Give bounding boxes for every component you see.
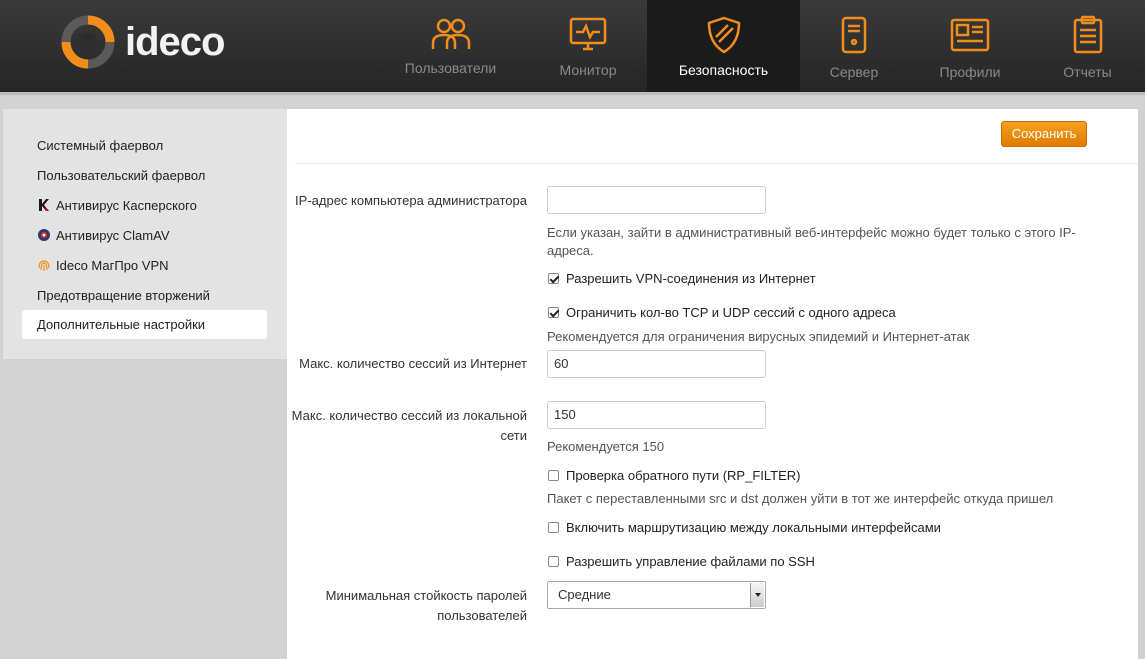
limit-sessions-checkbox[interactable] [548, 307, 559, 319]
sidebar-item-kaspersky[interactable]: Антивирус Касперского [22, 191, 267, 220]
sidebar-item-user-firewall[interactable]: Пользовательский фаервол [22, 161, 267, 190]
monitor-icon [569, 17, 607, 51]
sidebar: Системный фаервол Пользовательский фаерв… [3, 109, 287, 359]
nav-tab-users[interactable]: Пользователи [388, 0, 513, 92]
limit-sessions-label: Ограничить кол-во TCP и UDP сессий с одн… [566, 305, 896, 320]
sidebar-item-label: Ideco МагПро VPN [56, 258, 169, 273]
shield-icon [707, 16, 740, 54]
fingerprint-icon [38, 260, 50, 272]
allow-vpn-row[interactable]: Разрешить VPN-соединения из Интернет [548, 270, 816, 288]
nav-tab-monitor[interactable]: Монитор [528, 0, 648, 92]
ideco-logo[interactable]: ideco [60, 14, 240, 70]
nav-tab-label: Сервер [829, 64, 879, 80]
chevron-down-icon[interactable] [750, 583, 764, 607]
nav-tab-label: Монитор [559, 62, 617, 78]
sidebar-item-label: Системный фаервол [37, 138, 164, 153]
top-navigation-bar: ideco Пользователи Монитор Безопасность … [0, 0, 1145, 92]
rp-filter-help: Пакет с переставленными src и dst должен… [547, 491, 1054, 506]
password-strength-select[interactable]: Средние [547, 581, 766, 609]
sidebar-item-label: Дополнительные настройки [37, 317, 206, 332]
sidebar-item-system-firewall[interactable]: Системный фаервол [22, 131, 267, 160]
local-routing-checkbox[interactable] [548, 522, 559, 534]
local-routing-label: Включить маршрутизацию между локальными … [566, 520, 941, 535]
ssh-files-label: Разрешить управление файлами по SSH [566, 554, 815, 569]
save-button[interactable]: Сохранить [1001, 121, 1087, 147]
sidebar-item-advanced-settings[interactable]: Дополнительные настройки [22, 310, 267, 339]
allow-vpn-label: Разрешить VPN-соединения из Интернет [566, 271, 816, 286]
clamav-icon [38, 229, 50, 242]
sidebar-item-intrusion-prevention[interactable]: Предотвращение вторжений [22, 281, 267, 310]
sidebar-item-magpro-vpn[interactable]: Ideco МагПро VPN [22, 251, 267, 280]
rp-filter-checkbox[interactable] [548, 470, 559, 482]
nav-tab-security[interactable]: Безопасность [647, 0, 800, 92]
rp-filter-label: Проверка обратного пути (RP_FILTER) [566, 468, 801, 483]
clipboard-icon [1073, 15, 1102, 54]
profile-card-icon [950, 18, 990, 52]
settings-panel: Сохранить IP-адрес компьютера администра… [287, 109, 1138, 659]
nav-tab-label: Профили [939, 64, 1001, 80]
limit-sessions-row[interactable]: Ограничить кол-во TCP и UDP сессий с одн… [548, 304, 896, 322]
sidebar-item-clamav[interactable]: Антивирус ClamAV [22, 221, 267, 250]
rp-filter-row[interactable]: Проверка обратного пути (RP_FILTER) [548, 467, 800, 485]
nav-tab-label: Пользователи [404, 60, 497, 76]
ideco-logo-text: ideco [125, 20, 225, 64]
nav-tab-profiles[interactable]: Профили [916, 0, 1024, 92]
ssh-files-row[interactable]: Разрешить управление файлами по SSH [548, 553, 815, 571]
header-divider [0, 92, 1145, 95]
nav-tab-reports[interactable]: Отчеты [1035, 0, 1140, 92]
password-strength-value: Средние [558, 587, 611, 602]
sidebar-item-label: Пользовательский фаервол [37, 168, 206, 183]
ssh-files-checkbox[interactable] [548, 556, 559, 568]
max-local-sessions-help: Рекомендуется 150 [547, 439, 665, 454]
nav-tab-server[interactable]: Сервер [800, 0, 908, 92]
local-routing-row[interactable]: Включить маршрутизацию между локальными … [548, 519, 941, 537]
server-icon [841, 16, 867, 54]
users-icon [431, 18, 470, 49]
limit-sessions-help: Рекомендуется для ограничения вирусных э… [547, 329, 970, 344]
sidebar-item-label: Антивирус ClamAV [56, 228, 170, 243]
admin-ip-input[interactable] [547, 186, 766, 214]
sidebar-item-label: Предотвращение вторжений [37, 288, 210, 303]
max-internet-sessions-label: Макс. количество сессий из Интернет [299, 356, 527, 371]
kaspersky-icon [39, 199, 49, 212]
max-local-sessions-label: Макс. количество сессий из локальной сет… [291, 408, 527, 443]
admin-ip-label: IP-адрес компьютера администратора [295, 193, 527, 208]
ideco-logo-icon [61, 15, 115, 69]
admin-ip-help: Если указан, зайти в административный ве… [547, 225, 1076, 258]
nav-tab-label: Безопасность [678, 62, 769, 78]
nav-tab-label: Отчеты [1063, 64, 1112, 80]
allow-vpn-checkbox[interactable] [548, 273, 559, 285]
sidebar-item-label: Антивирус Касперского [56, 198, 197, 213]
max-local-sessions-input[interactable]: 150 [547, 401, 766, 429]
password-strength-label: Минимальная стойкость паролей пользовате… [325, 588, 527, 623]
content-toolbar: Сохранить [295, 109, 1138, 164]
max-internet-sessions-input[interactable]: 60 [547, 350, 766, 378]
